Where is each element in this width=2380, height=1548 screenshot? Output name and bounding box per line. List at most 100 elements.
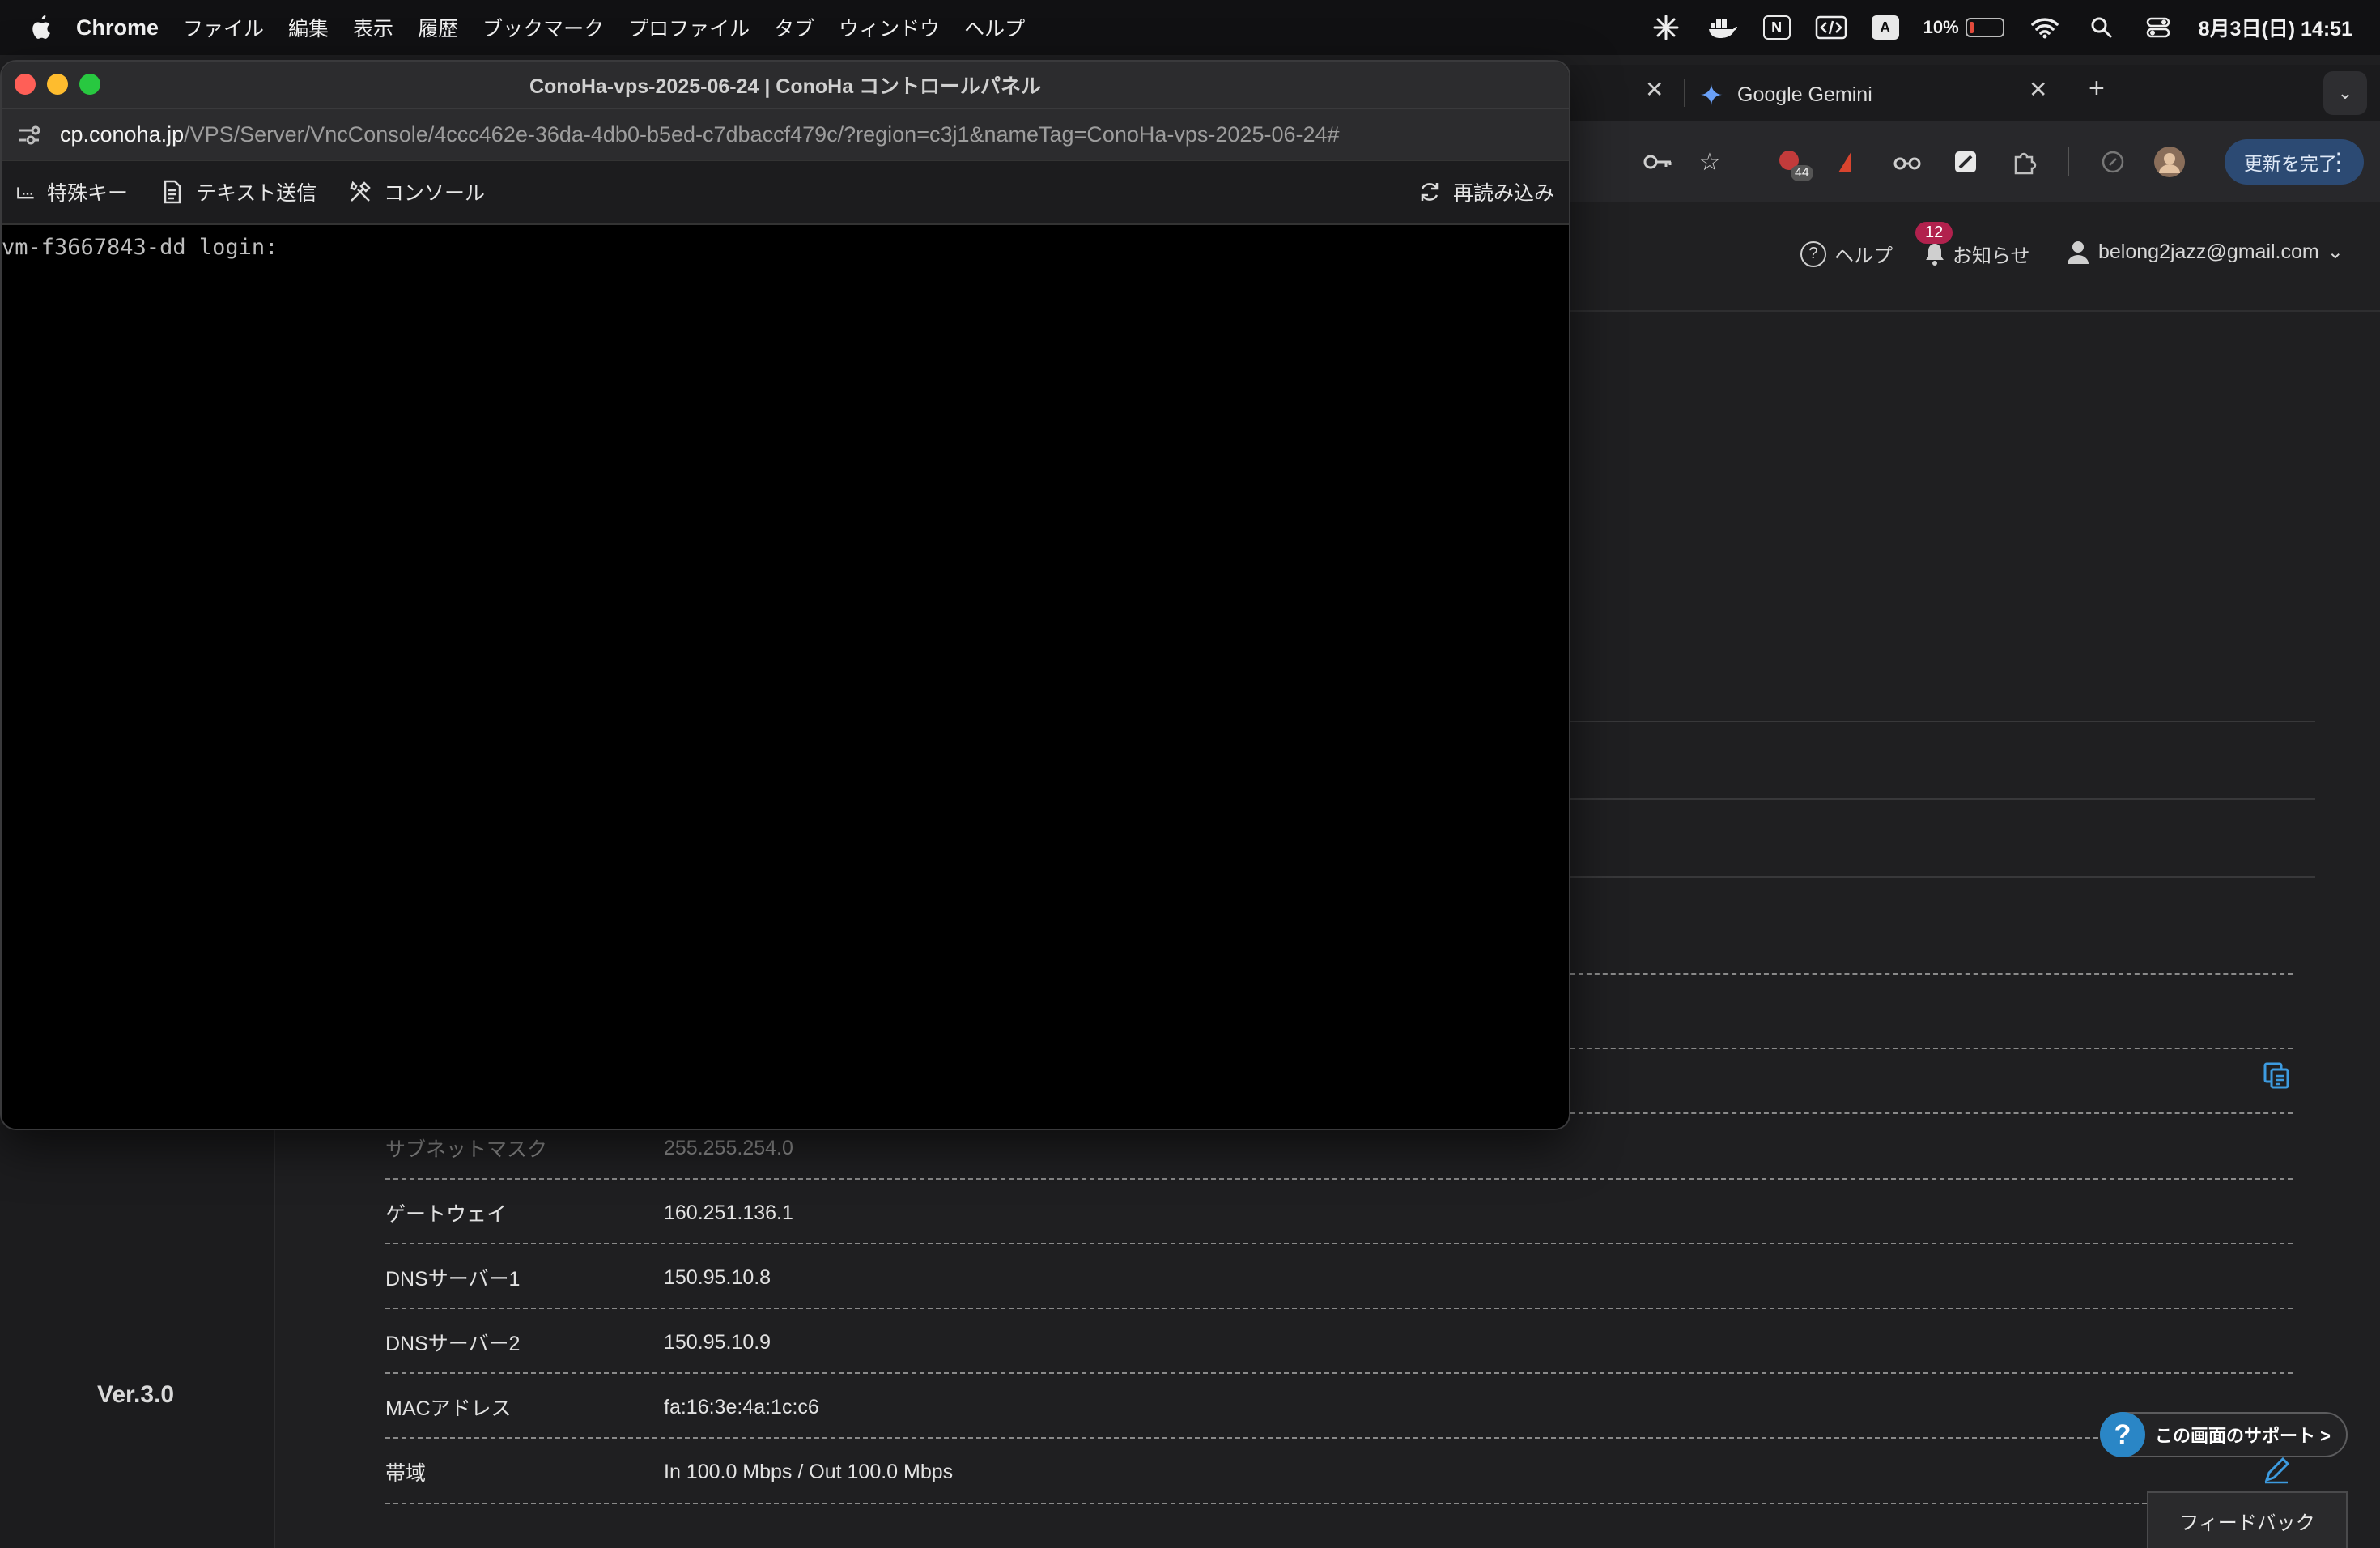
row-label: サブネットマスク	[385, 1138, 548, 1161]
network-row-dns2: DNSサーバー2 150.95.10.9	[385, 1310, 2296, 1375]
notion-icon[interactable]: N	[1762, 15, 1791, 40]
docker-icon[interactable]	[1706, 11, 1739, 44]
section-divider	[1570, 876, 2315, 878]
tab-close-icon[interactable]: ✕	[2029, 76, 2047, 103]
special-keys-button[interactable]: 特殊キー	[16, 177, 128, 206]
row-label: DNSサーバー1	[385, 1268, 521, 1291]
send-text-label: テキスト送信	[196, 182, 317, 205]
row-value: 255.255.254.0	[664, 1136, 793, 1159]
spotlight-search-icon[interactable]	[2085, 11, 2118, 44]
battery-icon	[1965, 18, 2004, 37]
user-account-menu[interactable]: belong2jazz@gmail.com ⌄	[2066, 240, 2344, 264]
site-settings-icon[interactable]	[16, 122, 42, 148]
row-divider	[385, 1437, 2293, 1439]
bookmark-star-icon[interactable]: ☆	[1694, 146, 1726, 178]
help-link[interactable]: ? ヘルプ	[1800, 240, 1893, 268]
code-bracket-icon[interactable]	[1815, 11, 1847, 44]
menu-bar-status-area: N A 10% 8月3日(日) 14:51	[1650, 0, 2352, 55]
wifi-icon[interactable]	[2029, 11, 2061, 44]
menu-profiles[interactable]: プロファイル	[628, 13, 750, 42]
minimize-window-button[interactable]	[47, 74, 68, 95]
extension-square-icon[interactable]	[1949, 146, 1982, 178]
menu-help[interactable]: ヘルプ	[964, 13, 1025, 42]
close-window-button[interactable]	[15, 74, 36, 95]
tools-icon	[350, 181, 371, 202]
macos-menu-bar: Chrome ファイル 編集 表示 履歴 ブックマーク プロファイル タブ ウィ…	[0, 0, 2380, 55]
tab-search-chevron-icon[interactable]: ⌄	[2323, 71, 2367, 115]
send-text-button[interactable]: テキスト送信	[160, 177, 317, 206]
pencil-edit-icon[interactable]	[2262, 1456, 2291, 1485]
menu-app-name[interactable]: Chrome	[76, 15, 159, 40]
document-icon	[164, 180, 181, 204]
menu-history[interactable]: 履歴	[418, 13, 458, 42]
reload-button[interactable]: 再読み込み	[1417, 177, 1554, 206]
extensions-puzzle-icon[interactable]	[2008, 146, 2040, 178]
extension-badge-icon[interactable]: 44	[1773, 146, 1813, 181]
console-button[interactable]: コンソール	[348, 177, 485, 206]
profile-avatar[interactable]	[2153, 146, 2186, 178]
reload-label: 再読み込み	[1452, 182, 1554, 205]
row-value: fa:16:3e:4a:1c:c6	[664, 1395, 819, 1418]
row-value: 150.95.10.9	[664, 1330, 771, 1354]
input-source-icon[interactable]: A	[1871, 15, 1899, 40]
feedback-button[interactable]: フィードバック	[2147, 1491, 2348, 1548]
chrome-tab-strip: ✕ Google Gemini ✕ + ⌄	[1570, 65, 2380, 121]
row-label: DNSサーバー2	[385, 1333, 521, 1355]
screen: Chrome ファイル 編集 表示 履歴 ブックマーク プロファイル タブ ウィ…	[0, 0, 2380, 1548]
menu-file[interactable]: ファイル	[183, 13, 264, 42]
menu-edit[interactable]: 編集	[288, 13, 329, 42]
network-row-gateway: ゲートウェイ 160.251.136.1	[385, 1180, 2296, 1245]
support-label: この画面のサポート >	[2155, 1426, 2331, 1446]
window-title-bar[interactable]: ConoHa-vps-2025-06-24 | ConoHa コントロールパネル	[2, 62, 1569, 108]
apple-icon[interactable]	[28, 14, 52, 41]
menu-view[interactable]: 表示	[353, 13, 393, 42]
notifications-label: お知らせ	[1953, 245, 2030, 267]
zoom-window-button[interactable]	[79, 74, 100, 95]
battery-status[interactable]: 10%	[1923, 17, 2004, 38]
user-icon	[2068, 241, 2089, 264]
refresh-icon	[1421, 183, 1439, 201]
sync-icon[interactable]	[2097, 146, 2129, 178]
tab-title: Google Gemini	[1737, 83, 1872, 106]
vnc-terminal-screen[interactable]: vm-f3667843-dd login:	[2, 225, 1569, 1129]
more-menu-icon[interactable]: ⋮	[2327, 148, 2351, 176]
menu-window[interactable]: ウィンドウ	[839, 13, 940, 42]
new-tab-button[interactable]: +	[2089, 73, 2105, 104]
menu-bookmarks[interactable]: ブックマーク	[482, 13, 604, 42]
gemini-star-icon	[1700, 83, 1723, 106]
url-bar[interactable]: cp.conoha.jp /VPS/Server/VncConsole/4ccc…	[2, 108, 1569, 160]
row-value: In 100.0 Mbps / Out 100.0 Mbps	[664, 1460, 954, 1483]
url-path: /VPS/Server/VncConsole/4ccc462e-36da-4db…	[184, 122, 1340, 147]
help-circle-icon: ?	[1800, 240, 1826, 267]
user-email: belong2jazz@gmail.com	[2098, 240, 2319, 263]
extension-glasses-icon[interactable]	[1891, 146, 1923, 178]
menu-bar-clock[interactable]: 8月3日(日) 14:51	[2199, 13, 2352, 42]
row-value: 160.251.136.1	[664, 1201, 793, 1224]
extension-badge-count: 44	[1791, 165, 1813, 181]
tab-divider	[1684, 79, 1685, 107]
update-chrome-button[interactable]: 更新を完了 ⋮	[2225, 139, 2364, 185]
menu-tab[interactable]: タブ	[774, 13, 814, 42]
tab-close-icon[interactable]: ✕	[1645, 76, 1664, 103]
conoha-page-header: ? ヘルプ 12 お知らせ belong2jazz@gmail.com ⌄	[1570, 202, 2380, 312]
notifications-link[interactable]: 12 お知らせ	[1915, 222, 2030, 268]
section-divider	[1570, 798, 2315, 800]
row-divider	[385, 1503, 2293, 1504]
bell-icon	[1926, 243, 1944, 266]
keyboard-bars-icon	[17, 187, 34, 199]
battery-percent: 10%	[1923, 17, 1959, 37]
row-divider	[385, 1308, 2293, 1309]
copy-icon[interactable]	[2262, 1061, 2291, 1090]
tab-google-gemini[interactable]: Google Gemini	[1700, 74, 2008, 115]
url-host: cp.conoha.jp	[60, 122, 185, 147]
terminal-login-prompt: vm-f3667843-dd login:	[2, 235, 278, 260]
window-title: ConoHa-vps-2025-06-24 | ConoHa コントロールパネル	[529, 75, 1042, 98]
screen-support-button[interactable]: ? この画面のサポート >	[2100, 1412, 2348, 1457]
extension-red-icon[interactable]	[1830, 146, 1862, 178]
question-icon: ?	[2100, 1412, 2145, 1457]
sparkle-icon[interactable]	[1650, 11, 1682, 44]
password-key-icon[interactable]	[1642, 146, 1674, 178]
network-row-bandwidth: 帯域 In 100.0 Mbps / Out 100.0 Mbps	[385, 1440, 2296, 1504]
section-divider	[1570, 721, 2315, 722]
control-center-icon[interactable]	[2142, 11, 2174, 44]
